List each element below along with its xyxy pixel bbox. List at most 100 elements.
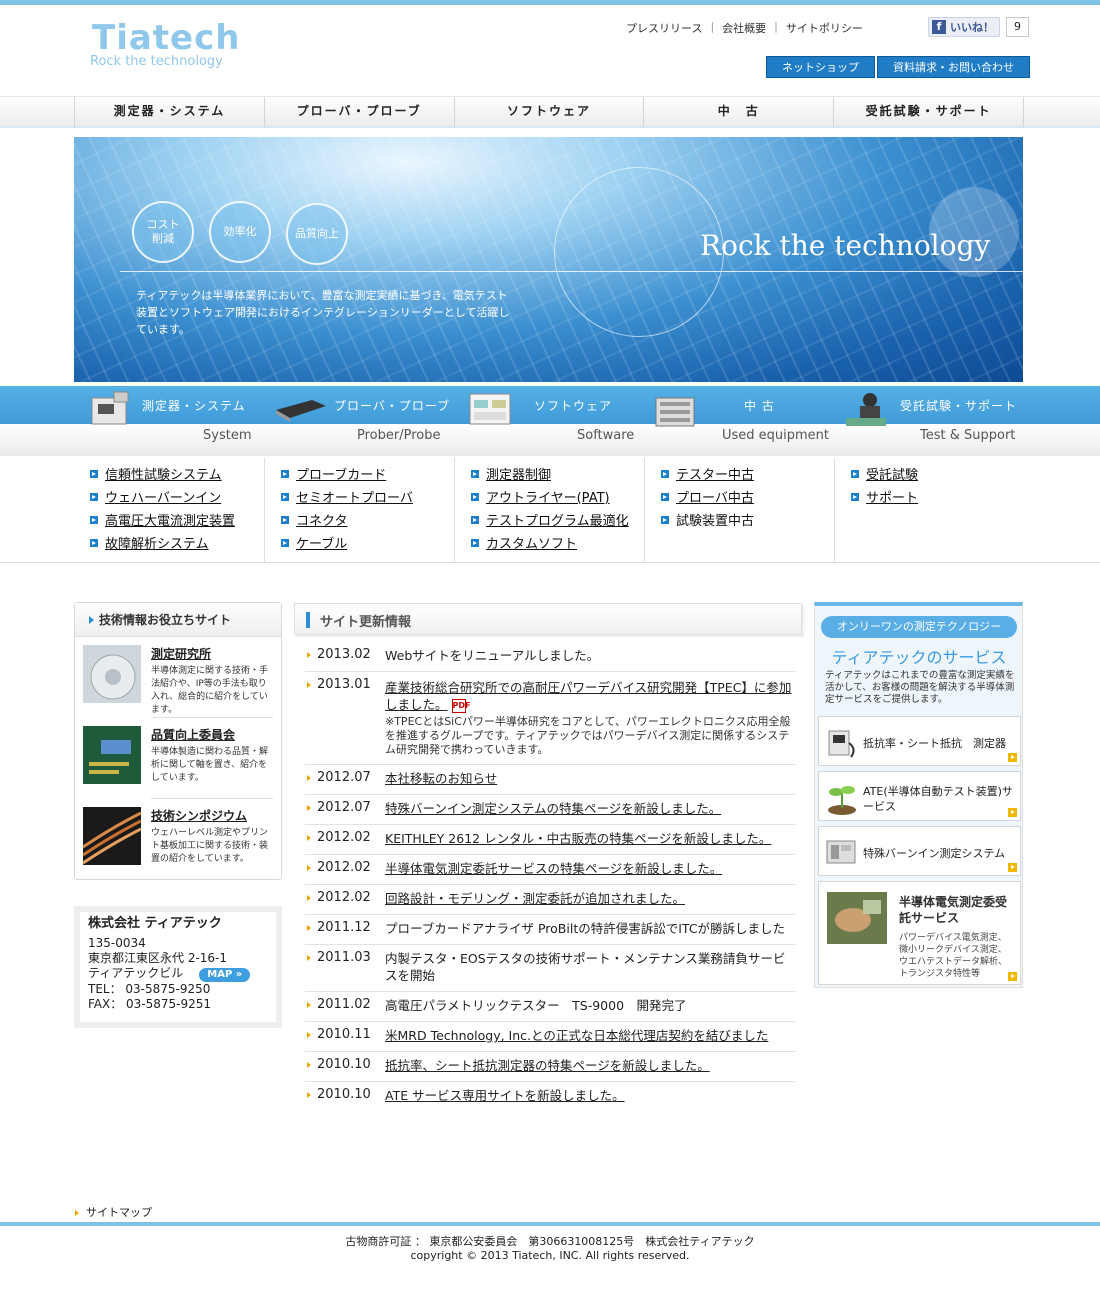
category-en: Used equipment <box>722 428 830 443</box>
service-card-title: ATE(半導体自動テスト装置)サービス <box>863 785 1013 813</box>
news-link[interactable]: 抵抗率、シート抵抗測定器の特集ページを新設しました。 <box>385 1057 710 1074</box>
category-prober[interactable]: プローバ・プローブ Prober/Probe <box>264 386 454 456</box>
electrical-measurement-image <box>827 892 887 944</box>
link-item[interactable]: 高電圧大電流測定装置 <box>90 508 264 531</box>
news-date: 2012.02 <box>305 860 385 877</box>
link-item[interactable]: テストプログラム最適化 <box>471 508 644 531</box>
link-label: 高電圧大電流測定装置 <box>105 514 236 529</box>
service-card-electrical[interactable]: 半導体電気測定委受託サービス パワーデバイス電気測定、微小リークデバイス測定、ウ… <box>818 881 1021 985</box>
press-release-link[interactable]: プレスリリース <box>618 20 710 36</box>
footer-license: 古物商許可証 ： 東京都公安委員会 第306631008125号 株式会社ティア… <box>345 1235 755 1248</box>
service-card-ate[interactable]: ATE(半導体自動テスト装置)サービス <box>818 771 1021 821</box>
sitemap-link[interactable]: サイトマップ <box>75 1204 152 1220</box>
category-used[interactable]: 中 古 Used equipment <box>644 386 834 456</box>
footer-accent-bar <box>0 1222 1100 1226</box>
nav-item-prober[interactable]: プローバ・プローブ <box>263 97 454 127</box>
link-item[interactable]: プローバ中古 <box>661 485 834 508</box>
net-shop-button[interactable]: ネットショップ <box>766 56 875 78</box>
bullet-icon <box>661 469 669 478</box>
company-zip: 135-0034 <box>88 936 146 950</box>
tech-info-title: 技術情報お役立ちサイト <box>75 603 281 637</box>
news-date: 2010.10 <box>305 1057 385 1074</box>
hero-circle-label: 効率化 <box>223 225 257 238</box>
link-label: ケーブル <box>296 537 348 552</box>
service-card-title: 抵抗率・シート抵抗 測定器 <box>863 737 1006 750</box>
contact-button[interactable]: 資料請求・お問い合わせ <box>877 56 1030 78</box>
category-software[interactable]: ソフトウェア Software <box>454 386 644 456</box>
facebook-like-button[interactable]: f いいね！ <box>928 17 1000 37</box>
site-policy-link[interactable]: サイトポリシー <box>778 20 871 36</box>
logo[interactable]: Tiatech <box>92 18 240 58</box>
news-text: プローブカードアナライザ ProBiltの特許侵害訴訟でITCが勝訴しました <box>385 921 786 936</box>
link-item[interactable]: 測定器制御 <box>471 462 644 485</box>
link-label: テスター中古 <box>676 468 755 483</box>
link-item: 試験装置中古 <box>661 508 834 531</box>
link-item[interactable]: プローブカード <box>281 462 454 485</box>
service-card-burnin[interactable]: 特殊バーンイン測定システム <box>818 826 1021 876</box>
link-item[interactable]: 故障解析システム <box>90 531 264 554</box>
news-date: 2011.03 <box>305 950 385 984</box>
link-item[interactable]: テスター中古 <box>661 462 834 485</box>
news-date: 2013.01 <box>305 677 385 757</box>
news-text: Webサイトをリニューアルしました。 <box>385 648 600 663</box>
link-item[interactable]: 受託試験 <box>851 462 1024 485</box>
nav-item-software[interactable]: ソフトウェア <box>453 97 644 127</box>
link-label: プローバ中古 <box>676 491 754 506</box>
news-link[interactable]: ATE サービス専用サイトを新設しました。 <box>385 1087 625 1104</box>
tech-info-item[interactable]: 品質向上委員会 半導体製造に関わる品質・解析に関して軸を置き、紹介をしています。 <box>75 718 281 798</box>
news-item: 2012.02 回路設計・モデリング・測定委託が追加されました。 <box>305 885 795 915</box>
news-date: 2012.02 <box>305 830 385 847</box>
service-card-resistivity[interactable]: 抵抗率・シート抵抗 測定器 <box>818 716 1021 766</box>
link-item[interactable]: ケーブル <box>281 531 454 554</box>
tech-info-item[interactable]: 測定研究所 半導体測定に関する技術・手法紹介や、IP等の手法も取り入れ、総合的に… <box>75 637 281 717</box>
prober-image <box>276 400 326 422</box>
news-link[interactable]: 半導体電気測定委託サービスの特集ページを新設しました。 <box>385 860 722 877</box>
link-item[interactable]: サポート <box>851 485 1024 508</box>
news-link[interactable]: 特殊バーンイン測定システムの特集ページを新設しました。 <box>385 800 721 817</box>
tech-info-item[interactable]: 技術シンポジウム ウェハーレベル測定やプリント基板加工に関する技術・装置の紹介を… <box>75 799 281 879</box>
link-label: カスタムソフト <box>486 537 578 552</box>
used-equipment-image <box>655 397 695 427</box>
nav-item-used[interactable]: 中 古 <box>643 97 833 127</box>
category-systems[interactable]: 測定器・システム System <box>74 386 264 456</box>
service-card-title: 特殊バーンイン測定システム <box>863 847 1006 860</box>
map-button[interactable]: MAP » <box>199 968 251 982</box>
category-en: Test & Support <box>920 428 1016 443</box>
news-link[interactable]: 本社移転のお知らせ <box>385 770 497 787</box>
category-title: 測定器・システム <box>142 399 246 413</box>
header-buttons: ネットショップ 資料請求・お問い合わせ <box>766 56 1030 78</box>
category-en: Software <box>577 428 635 443</box>
category-support[interactable]: 受託試験・サポート Test & Support <box>834 386 1024 456</box>
top-accent-bar <box>0 0 1100 5</box>
news-note: ※TPECとはSiCパワー半導体研究をコアとして、パワーエレクトロニクス応用全般… <box>385 715 791 756</box>
link-label: ウェハーバーンイン <box>105 491 222 506</box>
services-box: オンリーワンの測定テクノロジー ティアテックのサービス ティアテックはこれまでの… <box>814 602 1023 988</box>
software-image <box>469 393 511 425</box>
main-nav: 測定器・システム プローバ・プローブ ソフトウェア 中 古 受託試験・サポート <box>0 96 1100 128</box>
hero-text: ティアテックは半導体業界において、豊富な測定実績に基づき、電気テスト装置とソフト… <box>136 289 510 336</box>
hero-circle-quality: 品質向上 <box>286 203 348 265</box>
tech-info-item-title: 測定研究所 <box>151 647 212 661</box>
link-item[interactable]: カスタムソフト <box>471 531 644 554</box>
nav-item-support[interactable]: 受託試験・サポート <box>833 97 1024 127</box>
news-item: 2012.02 半導体電気測定委託サービスの特集ページを新設しました。 <box>305 855 795 885</box>
link-item[interactable]: アウトライヤー(PAT) <box>471 485 644 508</box>
news-item: 2010.10 抵抗率、シート抵抗測定器の特集ページを新設しました。 <box>305 1052 795 1082</box>
link-item[interactable]: ウェハーバーンイン <box>90 485 264 508</box>
news-link[interactable]: 回路設計・モデリング・測定委託が追加されました。 <box>385 890 685 907</box>
service-card-desc: パワーデバイス電気測定、微小リークデバイス測定、ウエハテストデータ解析、トランジ… <box>899 933 1008 979</box>
news-link[interactable]: KEITHLEY 2612 レンタル・中古販売の特集ページを新設しました。 <box>385 830 771 847</box>
link-label: 試験装置中古 <box>676 514 755 529</box>
link-item[interactable]: 信頼性試験システム <box>90 462 264 485</box>
news-link[interactable]: 産業技術総合研究所での高耐圧パワーデバイス研究開発【TPEC】に参加しました。 <box>385 680 791 712</box>
news-date: 2011.02 <box>305 997 385 1014</box>
news-link[interactable]: 米MRD Technology, Inc.との正式な日本総代理店契約を結びました <box>385 1027 768 1044</box>
bullet-icon <box>471 492 479 501</box>
support-image <box>846 393 886 426</box>
nav-item-systems[interactable]: 測定器・システム <box>74 97 264 127</box>
link-item[interactable]: コネクタ <box>281 508 454 531</box>
news-item: 2013.01 産業技術総合研究所での高耐圧パワーデバイス研究開発【TPEC】に… <box>305 672 795 765</box>
link-item[interactable]: セミオートプローバ <box>281 485 454 508</box>
company-profile-link[interactable]: 会社概要 <box>714 20 774 36</box>
link-column-support: 受託試験 サポート <box>834 458 1024 562</box>
